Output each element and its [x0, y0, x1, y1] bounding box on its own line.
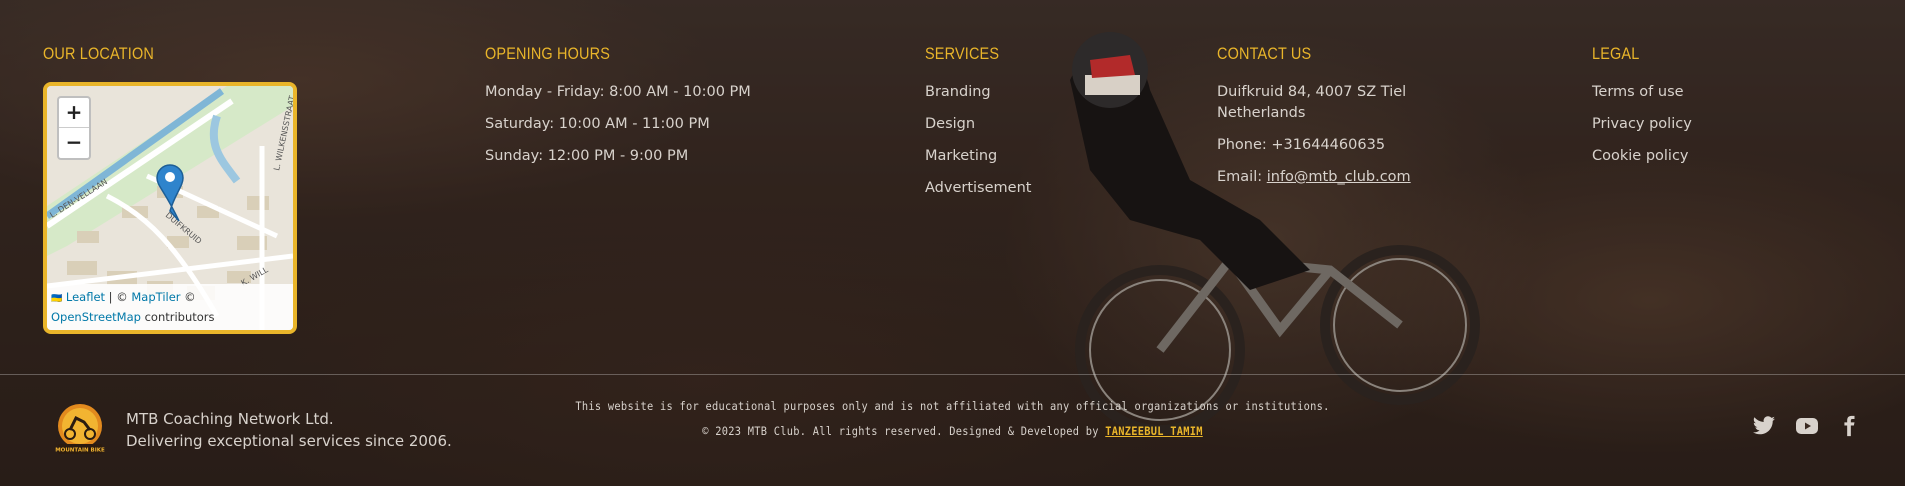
copyright-label: © 2023 MTB Club. All rights reserved. De… — [702, 424, 1106, 438]
email-label: Email: — [1217, 169, 1267, 185]
contact-address-line2: Netherlands — [1217, 105, 1306, 121]
email-link[interactable]: info@mtb_club.com — [1267, 169, 1411, 185]
service-link-design[interactable]: Design — [925, 114, 1031, 135]
twitter-icon[interactable] — [1750, 414, 1778, 438]
legal-column: LEGAL Terms of use Privacy policy Cookie… — [1592, 44, 1692, 178]
map-attribution: 🇺🇦 Leaflet | © MapTiler © OpenStreetMap … — [47, 284, 293, 330]
legal-link-privacy[interactable]: Privacy policy — [1592, 114, 1692, 135]
legal-link-cookie[interactable]: Cookie policy — [1592, 146, 1692, 167]
facebook-icon[interactable] — [1838, 414, 1860, 438]
hours-sunday: Sunday: 12:00 PM - 9:00 PM — [485, 148, 689, 164]
openstreetmap-link[interactable]: OpenStreetMap — [51, 310, 141, 324]
maptiler-link[interactable]: MapTiler — [131, 290, 180, 304]
leaflet-link[interactable]: Leaflet — [66, 290, 105, 304]
hours-saturday: Saturday: 10:00 AM - 11:00 PM — [485, 116, 710, 132]
attribution-separator: | © — [105, 290, 132, 304]
service-link-branding[interactable]: Branding — [925, 82, 1031, 103]
contact-phone: Phone: +31644460635 — [1217, 137, 1386, 153]
footer-divider — [0, 374, 1905, 375]
hours-weekdays: Monday - Friday: 8:00 AM - 10:00 PM — [485, 84, 751, 100]
contact-email: Email: info@mtb_club.com — [1217, 167, 1411, 188]
contact-address-line1: Duifkruid 84, 4007 SZ Tiel — [1217, 84, 1407, 100]
hours-column: OPENING HOURS Monday - Friday: 8:00 AM -… — [485, 44, 751, 178]
attribution-copyright: © — [180, 290, 196, 304]
copyright-text: © 2023 MTB Club. All rights reserved. De… — [95, 424, 1810, 438]
logo-text: MOUNTAIN BIKE — [55, 448, 105, 454]
contact-column: CONTACT US Duifkruid 84, 4007 SZ Tiel Ne… — [1217, 44, 1411, 199]
legal-heading: LEGAL — [1592, 44, 1640, 63]
attribution-contributors: contributors — [140, 310, 215, 324]
contact-heading: CONTACT US — [1217, 44, 1312, 63]
location-heading: OUR LOCATION — [43, 44, 154, 63]
location-column: OUR LOCATION — [43, 44, 174, 82]
service-link-advertisement[interactable]: Advertisement — [925, 178, 1031, 199]
youtube-icon[interactable] — [1793, 414, 1821, 438]
zoom-control: + − — [57, 96, 91, 160]
ukraine-flag-icon: 🇺🇦 — [51, 294, 63, 304]
disclaimer-text: This website is for educational purposes… — [575, 399, 1330, 413]
legal-link-terms[interactable]: Terms of use — [1592, 82, 1692, 103]
author-link[interactable]: TANZEEBUL TAMIM — [1105, 424, 1203, 438]
zoom-in-button[interactable]: + — [59, 98, 89, 128]
zoom-out-button[interactable]: − — [59, 128, 89, 157]
services-column: SERVICES Branding Design Marketing Adver… — [925, 44, 1031, 210]
hours-heading: OPENING HOURS — [485, 44, 611, 63]
location-map[interactable]: L. DEN-VELLAAN L. WILKENSSTRAAT DUIFKRUI… — [43, 82, 297, 334]
services-heading: SERVICES — [925, 44, 1000, 63]
service-link-marketing[interactable]: Marketing — [925, 146, 1031, 167]
